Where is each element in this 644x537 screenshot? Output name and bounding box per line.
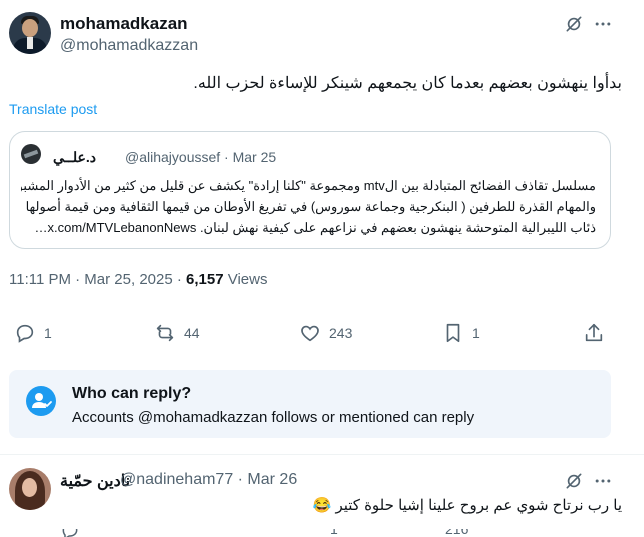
avatar-face [22,19,38,37]
like-button[interactable]: 243 [299,320,352,346]
post-meta: 11:11 PM · Mar 25, 2025 · 6,157 Views [9,271,268,288]
repost-icon [156,324,174,342]
quoted-author-handle[interactable]: @alihajyoussef · Mar 25 [125,149,276,165]
translate-post-link[interactable]: Translate post [9,101,97,117]
like-count: 243 [329,325,353,341]
reply-restriction-title: Who can reply? [72,385,192,402]
more-icon[interactable] [592,471,614,491]
post-timestamp[interactable]: 11:11 PM · Mar 25, 2025 · [9,271,186,288]
author-avatar[interactable] [9,12,51,54]
quoted-author-name[interactable]: د.علــي [53,149,96,166]
reply-text: يا رب نرتاح شوي عم بروح علينا إشيا حلوة … [312,497,622,514]
reply-author-avatar[interactable] [9,468,51,510]
repost-count: 44 [184,325,200,341]
post-actions: 1 44 243 1 [0,320,644,346]
reply-icon [16,324,34,343]
author-name[interactable]: mohamadkazan [60,14,188,34]
quoted-text-line: مسلسل تقاذف الفضائح المتبادلة بين الmtv … [21,178,596,193]
reply-like-count[interactable]: 1 [330,529,338,537]
reply-button[interactable]: 1 [14,320,52,346]
quoted-text-line: والمهام القذرة للطرفين ( البنكرجية وجماع… [21,199,596,214]
heart-icon [301,325,319,342]
reply-restriction-notice: Who can reply? Accounts @mohamadkazzan f… [9,370,611,438]
reply-author-handle[interactable]: @nadineham77 · Mar 26 [120,471,297,489]
reply-actions: 1 216 [0,529,644,537]
repost-button[interactable]: 44 [154,320,200,346]
divider [0,454,644,455]
avatar-face [22,478,37,497]
quoted-post-text: مسلسل تقاذف الفضائح المتبادلة بين الmtv … [21,175,596,238]
bookmark-button[interactable]: 1 [442,320,480,346]
bookmark-icon [446,323,460,343]
quoted-author-avatar [21,144,41,164]
reply-icon [62,529,78,537]
reply-reply-button[interactable] [60,529,80,537]
share-button[interactable] [583,320,613,346]
quoted-text-line: ذئاب الليبرالية المتوحشة ينهشون بعضهم في… [34,220,596,235]
reply-restriction-description: Accounts @mohamadkazzan follows or menti… [72,409,475,426]
reply-views-count[interactable]: 216 [445,529,468,537]
grok-icon[interactable] [564,14,584,34]
bookmark-count: 1 [472,325,480,341]
share-icon [585,323,603,342]
quoted-post[interactable]: د.علــي @alihajyoussef · Mar 25 مسلسل تق… [9,131,611,249]
mention-person-icon [26,386,56,416]
avatar-shirt [27,37,33,49]
author-handle[interactable]: @mohamadkazzan [60,37,198,55]
reply-count: 1 [44,325,52,341]
views-label: Views [223,271,268,288]
more-icon[interactable] [592,14,614,34]
views-count: 6,157 [186,271,224,288]
post-text: بدأوا ينهشون بعضهم بعدما كان يجمعهم شينك… [193,75,622,92]
grok-icon[interactable] [564,471,584,491]
